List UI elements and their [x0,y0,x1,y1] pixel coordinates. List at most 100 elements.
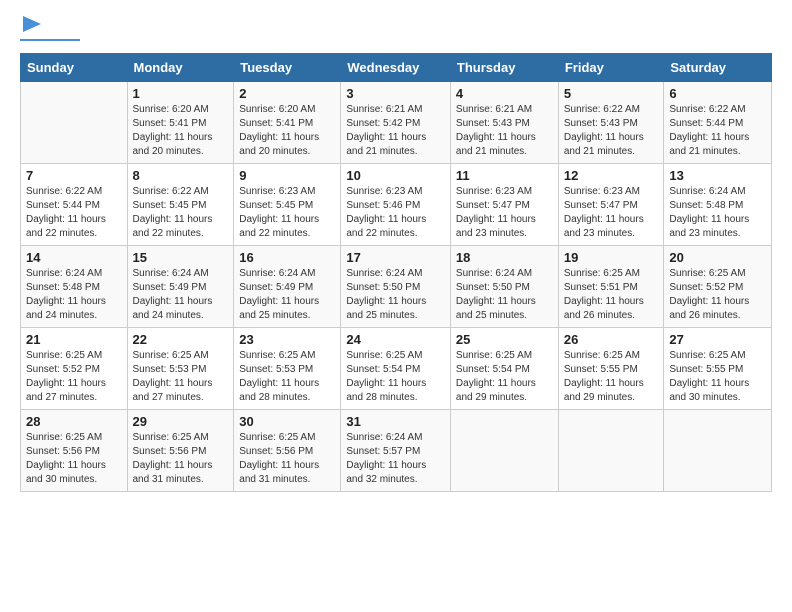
day-number: 16 [239,250,335,265]
day-info: Sunrise: 6:25 AM Sunset: 5:53 PM Dayligh… [239,349,335,405]
calendar-cell [664,410,772,492]
day-number: 5 [564,86,659,101]
day-info: Sunrise: 6:25 AM Sunset: 5:54 PM Dayligh… [456,349,553,405]
day-info: Sunrise: 6:23 AM Sunset: 5:45 PM Dayligh… [239,185,335,241]
day-info: Sunrise: 6:24 AM Sunset: 5:49 PM Dayligh… [133,267,229,323]
calendar-cell: 11Sunrise: 6:23 AM Sunset: 5:47 PM Dayli… [450,164,558,246]
calendar-cell: 2 Sunrise: 6:20 AM Sunset: 5:41 PM Daylig… [234,82,341,164]
day-number: 8 [133,168,229,183]
calendar-cell: 12 Sunrise: 6:23 AM Sunset: 5:47 PM Dayli… [558,164,664,246]
day-info: Sunrise: 6:24 AM Sunset: 5:49 PM Dayligh… [239,267,335,323]
day-number: 11 [456,168,553,183]
calendar-cell: 20 Sunrise: 6:25 AM Sunset: 5:52 PM Dayli… [664,246,772,328]
day-number: 7 [26,168,122,183]
day-number: 20 [669,250,766,265]
calendar-cell: 22 Sunrise: 6:25 AM Sunset: 5:53 PM Dayli… [127,328,234,410]
day-number: 21 [26,332,122,347]
calendar-cell: 17 Sunrise: 6:24 AM Sunset: 5:50 PM Dayli… [341,246,451,328]
day-info: Sunrise: 6:24 AM Sunset: 5:50 PM Dayligh… [346,267,445,323]
calendar-table: SundayMondayTuesdayWednesdayThursdayFrid… [20,53,772,492]
calendar-cell [558,410,664,492]
calendar-cell: 21 Sunrise: 6:25 AM Sunset: 5:52 PM Dayli… [21,328,128,410]
calendar-week-row: 21 Sunrise: 6:25 AM Sunset: 5:52 PM Dayli… [21,328,772,410]
calendar-cell: 24Sunrise: 6:25 AM Sunset: 5:54 PM Dayli… [341,328,451,410]
day-number: 27 [669,332,766,347]
logo-underline [20,39,80,41]
day-number: 12 [564,168,659,183]
calendar-week-row: 14 Sunrise: 6:24 AM Sunset: 5:48 PM Dayli… [21,246,772,328]
day-info: Sunrise: 6:25 AM Sunset: 5:56 PM Dayligh… [239,431,335,487]
calendar-cell: 16 Sunrise: 6:24 AM Sunset: 5:49 PM Dayli… [234,246,341,328]
calendar-cell: 7 Sunrise: 6:22 AM Sunset: 5:44 PM Daylig… [21,164,128,246]
calendar-cell: 23 Sunrise: 6:25 AM Sunset: 5:53 PM Dayli… [234,328,341,410]
day-number: 14 [26,250,122,265]
day-info: Sunrise: 6:25 AM Sunset: 5:52 PM Dayligh… [26,349,122,405]
calendar-cell [21,82,128,164]
day-info: Sunrise: 6:25 AM Sunset: 5:55 PM Dayligh… [669,349,766,405]
day-info: Sunrise: 6:24 AM Sunset: 5:48 PM Dayligh… [26,267,122,323]
day-info: Sunrise: 6:22 AM Sunset: 5:43 PM Dayligh… [564,103,659,159]
day-header-sunday: Sunday [21,54,128,82]
calendar-cell [450,410,558,492]
page: SundayMondayTuesdayWednesdayThursdayFrid… [0,0,792,502]
day-number: 13 [669,168,766,183]
day-number: 19 [564,250,659,265]
day-number: 28 [26,414,122,429]
day-header-friday: Friday [558,54,664,82]
day-info: Sunrise: 6:23 AM Sunset: 5:47 PM Dayligh… [564,185,659,241]
calendar-cell: 14 Sunrise: 6:24 AM Sunset: 5:48 PM Dayli… [21,246,128,328]
calendar-cell: 25 Sunrise: 6:25 AM Sunset: 5:54 PM Dayli… [450,328,558,410]
day-header-thursday: Thursday [450,54,558,82]
day-info: Sunrise: 6:25 AM Sunset: 5:53 PM Dayligh… [133,349,229,405]
calendar-cell: 30 Sunrise: 6:25 AM Sunset: 5:56 PM Dayli… [234,410,341,492]
day-number: 17 [346,250,445,265]
calendar-week-row: 1Sunrise: 6:20 AM Sunset: 5:41 PM Daylig… [21,82,772,164]
logo-arrow-icon [23,16,41,32]
calendar-cell: 4Sunrise: 6:21 AM Sunset: 5:43 PM Daylig… [450,82,558,164]
header [20,18,772,41]
day-number: 15 [133,250,229,265]
day-info: Sunrise: 6:24 AM Sunset: 5:57 PM Dayligh… [346,431,445,487]
day-info: Sunrise: 6:24 AM Sunset: 5:50 PM Dayligh… [456,267,553,323]
day-info: Sunrise: 6:21 AM Sunset: 5:42 PM Dayligh… [346,103,445,159]
day-number: 3 [346,86,445,101]
day-number: 25 [456,332,553,347]
calendar-cell: 31Sunrise: 6:24 AM Sunset: 5:57 PM Dayli… [341,410,451,492]
day-number: 23 [239,332,335,347]
calendar-cell: 1Sunrise: 6:20 AM Sunset: 5:41 PM Daylig… [127,82,234,164]
calendar-cell: 26Sunrise: 6:25 AM Sunset: 5:55 PM Dayli… [558,328,664,410]
day-info: Sunrise: 6:23 AM Sunset: 5:46 PM Dayligh… [346,185,445,241]
calendar-cell: 15 Sunrise: 6:24 AM Sunset: 5:49 PM Dayli… [127,246,234,328]
calendar-cell: 5 Sunrise: 6:22 AM Sunset: 5:43 PM Daylig… [558,82,664,164]
day-info: Sunrise: 6:21 AM Sunset: 5:43 PM Dayligh… [456,103,553,159]
calendar-week-row: 28 Sunrise: 6:25 AM Sunset: 5:56 PM Dayli… [21,410,772,492]
calendar-cell: 28 Sunrise: 6:25 AM Sunset: 5:56 PM Dayli… [21,410,128,492]
day-info: Sunrise: 6:22 AM Sunset: 5:44 PM Dayligh… [669,103,766,159]
day-header-saturday: Saturday [664,54,772,82]
calendar-cell: 19 Sunrise: 6:25 AM Sunset: 5:51 PM Dayli… [558,246,664,328]
day-header-wednesday: Wednesday [341,54,451,82]
day-info: Sunrise: 6:25 AM Sunset: 5:51 PM Dayligh… [564,267,659,323]
day-number: 18 [456,250,553,265]
day-number: 9 [239,168,335,183]
calendar-cell: 13Sunrise: 6:24 AM Sunset: 5:48 PM Dayli… [664,164,772,246]
calendar-cell: 18 Sunrise: 6:24 AM Sunset: 5:50 PM Dayli… [450,246,558,328]
day-info: Sunrise: 6:22 AM Sunset: 5:44 PM Dayligh… [26,185,122,241]
day-number: 10 [346,168,445,183]
day-info: Sunrise: 6:25 AM Sunset: 5:52 PM Dayligh… [669,267,766,323]
calendar-header-row: SundayMondayTuesdayWednesdayThursdayFrid… [21,54,772,82]
day-info: Sunrise: 6:25 AM Sunset: 5:56 PM Dayligh… [26,431,122,487]
calendar-cell: 3 Sunrise: 6:21 AM Sunset: 5:42 PM Daylig… [341,82,451,164]
day-info: Sunrise: 6:20 AM Sunset: 5:41 PM Dayligh… [239,103,335,159]
day-number: 22 [133,332,229,347]
day-number: 2 [239,86,335,101]
calendar-cell: 27 Sunrise: 6:25 AM Sunset: 5:55 PM Dayli… [664,328,772,410]
day-number: 24 [346,332,445,347]
day-number: 30 [239,414,335,429]
calendar-cell: 9 Sunrise: 6:23 AM Sunset: 5:45 PM Daylig… [234,164,341,246]
calendar-week-row: 7 Sunrise: 6:22 AM Sunset: 5:44 PM Daylig… [21,164,772,246]
logo [20,18,80,41]
calendar-cell: 8Sunrise: 6:22 AM Sunset: 5:45 PM Daylig… [127,164,234,246]
day-number: 29 [133,414,229,429]
day-header-tuesday: Tuesday [234,54,341,82]
